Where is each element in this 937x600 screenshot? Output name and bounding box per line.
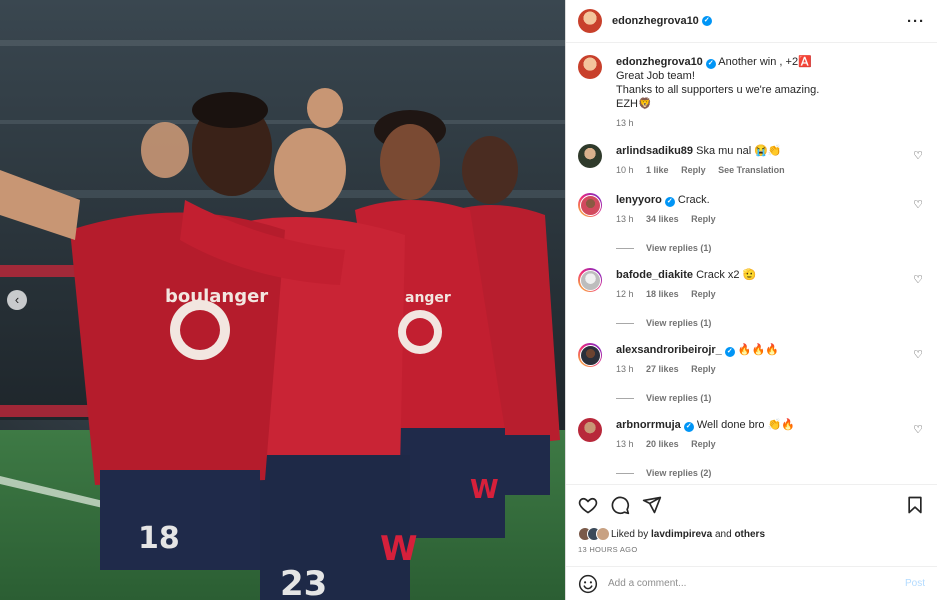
caption-text-line: Great Job team!: [616, 70, 695, 82]
avatar[interactable]: [578, 268, 602, 292]
avatar[interactable]: [578, 418, 602, 442]
view-replies-button[interactable]: View replies (1): [616, 316, 925, 330]
comment-text: Crack.: [677, 194, 710, 206]
reply-button[interactable]: Reply: [691, 214, 716, 224]
comment-likes-count[interactable]: 20 likes: [646, 439, 679, 449]
comment-time: 13 h: [616, 364, 634, 374]
more-options-icon[interactable]: ···: [907, 13, 925, 30]
caption-text-line: EZH🦁: [616, 98, 652, 110]
caption-text-line: Thanks to all supporters u we're amazing…: [616, 84, 820, 96]
svg-text:18: 18: [138, 521, 180, 556]
comment-username[interactable]: arlindsadiku89: [616, 145, 693, 157]
comment-icon[interactable]: [610, 495, 630, 515]
verified-badge-icon: ✓: [701, 16, 712, 26]
view-replies-button[interactable]: View replies (1): [616, 241, 925, 255]
caption-text-line: Another win , +2🅰️: [718, 56, 812, 68]
comment-username[interactable]: lenyyoro: [616, 194, 662, 206]
comment-text: Crack x2 🫡: [696, 269, 757, 281]
post-header: edonzhegrova10 ✓ ···: [566, 0, 937, 43]
svg-text:anger: anger: [405, 290, 451, 306]
verified-badge-icon: ✓: [683, 422, 694, 432]
post-timestamp[interactable]: 13 HOURS AGO: [578, 545, 925, 554]
comment-likes-count[interactable]: 34 likes: [646, 214, 679, 224]
verified-badge-icon: ✓: [705, 59, 716, 69]
post-author-username[interactable]: edonzhegrova10: [612, 15, 699, 27]
heart-icon[interactable]: ♡: [913, 198, 923, 211]
svg-text:W: W: [470, 475, 499, 505]
comments-list[interactable]: edonzhegrova10 ✓ Another win , +2🅰️ Great…: [566, 44, 937, 484]
reply-button[interactable]: Reply: [681, 165, 706, 175]
svg-text:23: 23: [280, 564, 327, 600]
comment-time: 13 h: [616, 439, 634, 449]
liked-by-user-link[interactable]: lavdimpireva: [651, 529, 712, 540]
avatar[interactable]: [578, 343, 602, 367]
heart-icon[interactable]: ♡: [913, 348, 923, 361]
liker-avatars[interactable]: [578, 527, 610, 541]
reply-button[interactable]: Reply: [691, 289, 716, 299]
comment-text: Well done bro 👏🔥: [696, 419, 795, 431]
caption-username[interactable]: edonzhegrova10: [616, 56, 703, 68]
verified-badge-icon: ✓: [664, 197, 675, 207]
heart-icon[interactable]: [578, 495, 598, 515]
reply-button[interactable]: Reply: [691, 364, 716, 374]
view-replies-button[interactable]: View replies (1): [616, 391, 925, 405]
share-icon[interactable]: [642, 495, 662, 515]
heart-icon[interactable]: ♡: [913, 149, 923, 162]
heart-icon[interactable]: ♡: [913, 273, 923, 286]
liked-by-summary: Liked by lavdimpireva and others: [578, 527, 925, 541]
comment-likes-count[interactable]: 18 likes: [646, 289, 679, 299]
post-caption: edonzhegrova10 ✓ Another win , +2🅰️ Great…: [578, 44, 925, 130]
emoji-icon[interactable]: [578, 574, 598, 594]
post-photo[interactable]: W W 23 18 boulanger anger ‹: [0, 0, 565, 600]
liked-by-and: and: [714, 528, 732, 540]
comment-time: 12 h: [616, 289, 634, 299]
add-comment-input[interactable]: [608, 578, 905, 589]
comment-likes-count[interactable]: 27 likes: [646, 364, 679, 374]
comment-username[interactable]: arbnorrmuja: [616, 419, 681, 431]
comment-likes-count[interactable]: 1 like: [646, 165, 669, 175]
post-comment-button[interactable]: Post: [905, 578, 925, 589]
avatar[interactable]: [578, 144, 602, 168]
svg-text:boulanger: boulanger: [165, 286, 268, 307]
avatar[interactable]: [578, 193, 602, 217]
comment-item: alexsandroribeirojr_ ✓ 🔥🔥🔥 13 h 27 likes …: [578, 343, 925, 405]
heart-icon[interactable]: ♡: [913, 423, 923, 436]
comment-username[interactable]: alexsandroribeirojr_: [616, 344, 722, 356]
view-replies-button[interactable]: View replies (2): [616, 466, 925, 480]
comment-item: arlindsadiku89 Ska mu nal 😭👏 10 h 1 like…: [578, 144, 925, 177]
bookmark-icon[interactable]: [905, 495, 925, 515]
post-detail-panel: edonzhegrova10 ✓ ··· edonzhegrova10 ✓ Ano…: [565, 0, 937, 600]
team-celebration-image: W W 23 18 boulanger anger: [0, 0, 565, 600]
comment-time: 10 h: [616, 165, 634, 175]
svg-text:W: W: [380, 529, 418, 569]
avatar[interactable]: [578, 55, 602, 79]
reply-button[interactable]: Reply: [691, 439, 716, 449]
post-actions: Liked by lavdimpireva and others 13 HOUR…: [566, 484, 937, 554]
carousel-prev-button[interactable]: ‹: [7, 290, 27, 310]
comment-item: bafode_diakite Crack x2 🫡 12 h 18 likes …: [578, 268, 925, 330]
caption-time: 13 h: [616, 118, 634, 128]
avatar[interactable]: [578, 9, 602, 33]
add-comment-bar: Post: [566, 566, 937, 600]
comment-item: lenyyoro ✓ Crack. 13 h 34 likes Reply Vie…: [578, 193, 925, 255]
liked-by-others-link[interactable]: others: [734, 529, 765, 540]
verified-badge-icon: ✓: [724, 347, 735, 357]
comment-text: Ska mu nal 😭👏: [696, 145, 782, 157]
comment-time: 13 h: [616, 214, 634, 224]
liked-by-prefix: Liked by: [611, 528, 649, 540]
see-translation-link[interactable]: See Translation: [718, 165, 785, 175]
comment-item: arbnorrmuja ✓ Well done bro 👏🔥 13 h 20 li…: [578, 418, 925, 480]
comment-username[interactable]: bafode_diakite: [616, 269, 693, 281]
comment-text: 🔥🔥🔥: [737, 344, 779, 356]
